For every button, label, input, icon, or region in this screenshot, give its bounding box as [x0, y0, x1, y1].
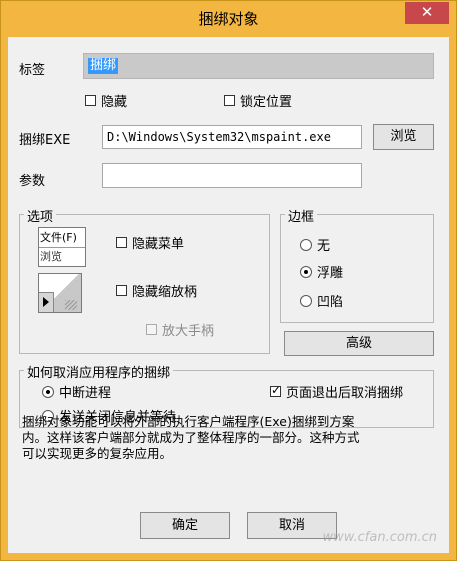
window-title: 捆绑对象 — [198, 10, 259, 28]
menu-preview: 文件(F) 浏览 — [38, 227, 86, 267]
border-raised-radio[interactable]: 浮雕 — [300, 262, 343, 281]
border-sunken-radio[interactable]: 凹陷 — [300, 291, 343, 310]
zoom-handle-checkbox-box — [146, 324, 157, 335]
description-line-1: 捆绑对象功能可以将外部的执行客户端程序(Exe)捆绑到方案 — [22, 414, 355, 429]
description-line-2: 内。这样该客户端部分就成为了整体程序的一部分。这种方式 — [22, 430, 360, 445]
border-none-radio-dot — [300, 238, 312, 251]
exe-path-input[interactable]: D:\Windows\System32\mspaint.exe — [102, 125, 362, 149]
unbind-on-exit-checkbox-box — [270, 383, 281, 397]
description-text: 捆绑对象功能可以将外部的执行客户端程序(Exe)捆绑到方案 内。这样该客户端部分… — [22, 414, 437, 462]
zoom-handle-checkbox[interactable]: 放大手柄 — [146, 320, 214, 339]
close-button[interactable]: ✕ — [405, 2, 449, 24]
hide-menu-checkbox-box — [116, 237, 127, 248]
resize-handle-preview — [38, 273, 82, 313]
unbind-on-exit-checkbox-label: 页面退出后取消捆绑 — [286, 386, 404, 401]
interrupt-process-radio[interactable]: 中断进程 — [42, 382, 111, 401]
params-input[interactable] — [102, 163, 362, 188]
ok-button[interactable]: 确定 — [140, 512, 230, 539]
dialog-body: 标签 捆绑 隐藏 锁定位置 捆绑EXE D:\Windows\System32\… — [8, 37, 449, 553]
border-sunken-radio-label: 凹陷 — [317, 295, 344, 310]
border-sunken-radio-dot — [300, 294, 312, 307]
title-bar[interactable]: 捆绑对象 — [1, 1, 456, 37]
tag-label: 标签 — [19, 63, 46, 78]
border-group-title: 边框 — [285, 206, 318, 225]
browse-button[interactable]: 浏览 — [373, 124, 434, 150]
hide-menu-checkbox-label: 隐藏菜单 — [132, 237, 185, 252]
zoom-handle-checkbox-label: 放大手柄 — [162, 324, 215, 339]
description-line-3: 可以实现更多的复杂应用。 — [22, 446, 173, 461]
grip-icon — [65, 300, 77, 310]
hide-checkbox[interactable]: 隐藏 — [85, 91, 127, 110]
options-group-title: 选项 — [24, 206, 57, 225]
watermark: www.cfan.com.cn — [322, 530, 437, 545]
hide-checkbox-label: 隐藏 — [101, 95, 128, 110]
menu-preview-bar: 文件(F) — [39, 228, 85, 248]
lock-position-checkbox[interactable]: 锁定位置 — [224, 91, 292, 110]
interrupt-process-radio-label: 中断进程 — [59, 386, 112, 401]
exe-label: 捆绑EXE — [19, 133, 71, 148]
dialog-window: 捆绑对象 ✕ 标签 捆绑 隐藏 锁定位置 捆绑EXE D:\Windows\Sy… — [0, 0, 457, 561]
lock-position-checkbox-label: 锁定位置 — [240, 95, 293, 110]
unbind-on-exit-checkbox[interactable]: 页面退出后取消捆绑 — [270, 382, 403, 401]
hide-menu-checkbox[interactable]: 隐藏菜单 — [116, 233, 184, 252]
hide-checkbox-box — [85, 95, 96, 106]
border-raised-radio-dot — [300, 265, 312, 278]
menu-preview-item: 浏览 — [40, 250, 62, 263]
advanced-button[interactable]: 高级 — [284, 331, 434, 356]
params-label: 参数 — [19, 174, 46, 189]
tag-field[interactable]: 捆绑 — [83, 53, 434, 79]
hide-resize-checkbox-label: 隐藏缩放柄 — [132, 285, 198, 300]
hide-resize-checkbox[interactable]: 隐藏缩放柄 — [116, 281, 197, 300]
resize-arrow-icon — [43, 297, 49, 307]
hide-resize-checkbox-box — [116, 285, 127, 296]
interrupt-process-radio-dot — [42, 385, 54, 398]
unbind-group-title: 如何取消应用程序的捆绑 — [24, 362, 174, 381]
close-icon: ✕ — [420, 3, 434, 21]
lock-position-checkbox-box — [224, 95, 235, 106]
tag-value: 捆绑 — [88, 58, 119, 74]
border-none-radio[interactable]: 无 — [300, 235, 330, 254]
border-none-radio-label: 无 — [317, 239, 331, 254]
border-raised-radio-label: 浮雕 — [317, 266, 344, 281]
